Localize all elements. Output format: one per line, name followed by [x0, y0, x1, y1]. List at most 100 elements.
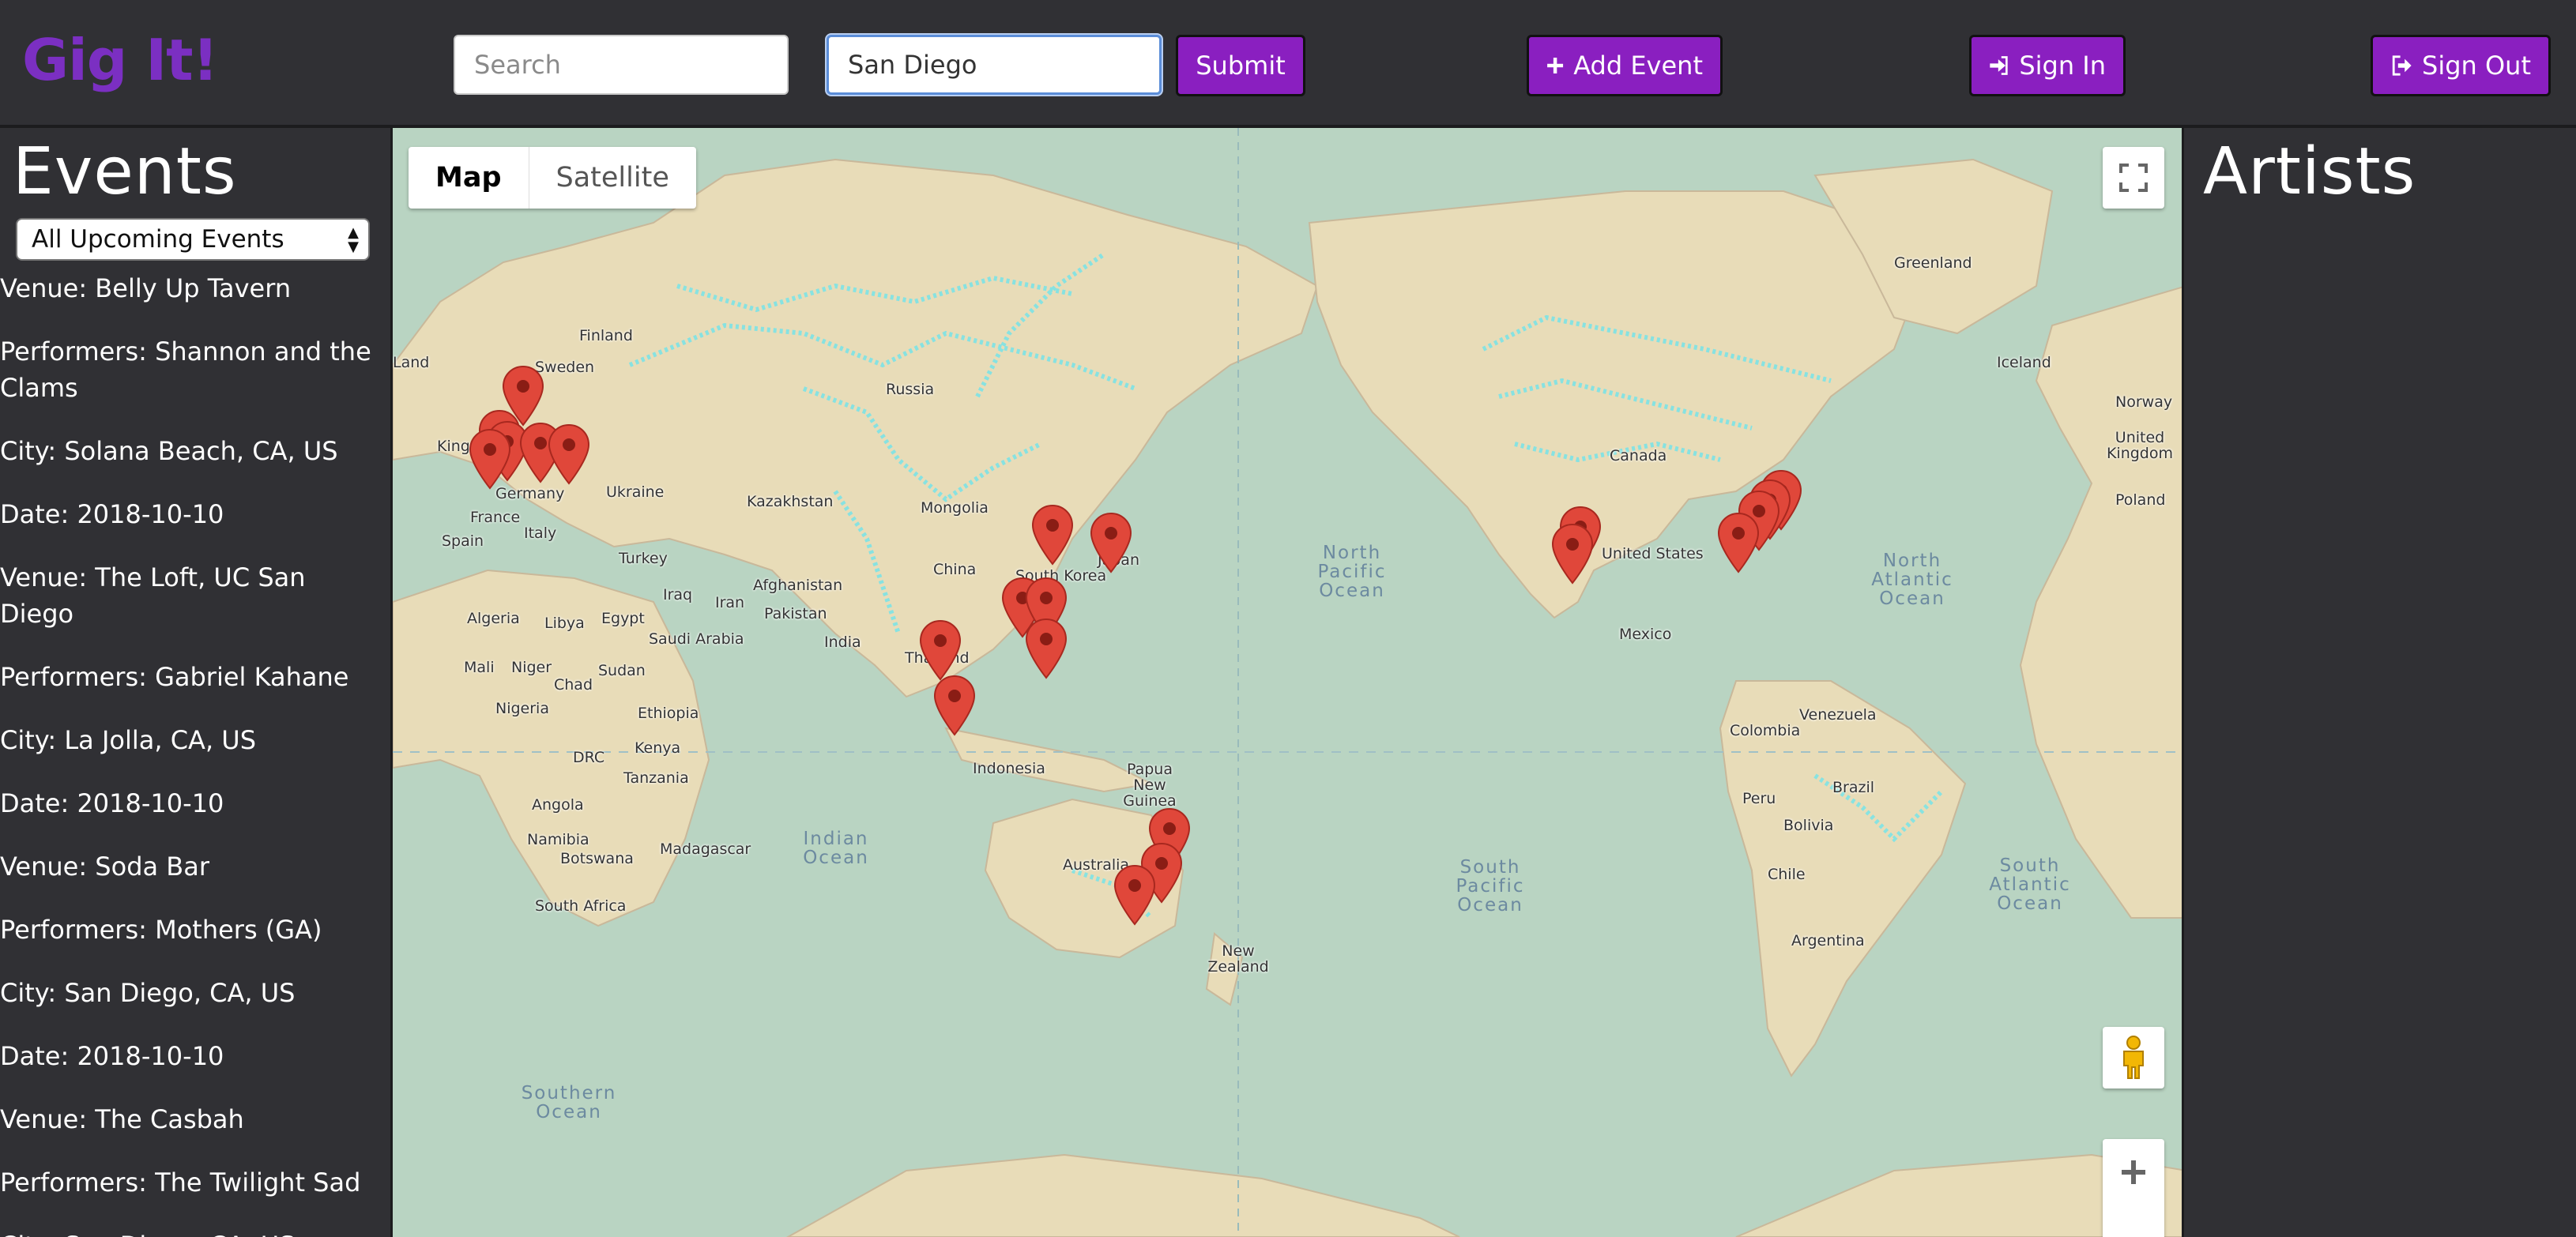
- sign-out-icon: [2392, 55, 2412, 76]
- navbar: Gig It! Submit Add Event Sign In Sign Ou…: [0, 0, 2576, 128]
- event-venue[interactable]: Venue: Belly Up Tavern: [0, 270, 379, 306]
- event-performers[interactable]: Performers: The Twilight Sad: [0, 1164, 379, 1201]
- event-marker[interactable]: [933, 675, 976, 736]
- map-label: Russia: [886, 381, 935, 398]
- fullscreen-button[interactable]: [2103, 147, 2164, 209]
- map-label: Pakistan: [764, 605, 827, 622]
- submit-button[interactable]: Submit: [1176, 35, 1305, 96]
- map-label: China: [933, 561, 977, 578]
- event-marker[interactable]: [548, 423, 590, 485]
- ocean-label: North Pacific Ocean: [1317, 543, 1387, 601]
- event-filter-select[interactable]: All Upcoming Events ▲ ▼: [16, 218, 370, 261]
- event-city: City: La Jolla, CA, US: [0, 725, 257, 755]
- map-label: Turkey: [619, 550, 668, 567]
- map-label: Iraq: [663, 586, 693, 603]
- map-label: United Kingdom: [2106, 429, 2174, 462]
- map-label: Tanzania: [623, 769, 689, 787]
- map-label: Spain: [442, 532, 484, 550]
- map-label: Chile: [1768, 866, 1806, 883]
- sign-in-label: Sign In: [2019, 51, 2106, 81]
- events-title: Events: [13, 134, 237, 209]
- events-sidebar: Events All Upcoming Events ▲ ▼ Venue: Bel…: [0, 128, 390, 1237]
- map-label: Namibia: [527, 831, 589, 848]
- map-label: Iceland: [1997, 354, 2051, 371]
- plus-icon: [2122, 1160, 2145, 1184]
- map-label: Algeria: [467, 610, 520, 627]
- ocean-label: Indian Ocean: [803, 829, 869, 868]
- select-arrows-icon: ▲ ▼: [348, 224, 359, 255]
- event-marker[interactable]: [1025, 618, 1068, 679]
- ocean-label: South Atlantic Ocean: [1989, 855, 2071, 914]
- ocean-label: North Atlantic Ocean: [1871, 551, 1953, 609]
- event-date: Date: 2018-10-10: [0, 788, 224, 818]
- event-performers[interactable]: Performers: Mothers (GA): [0, 912, 379, 948]
- sign-out-button[interactable]: Sign Out: [2371, 35, 2551, 96]
- map-label: Colombia: [1730, 722, 1801, 739]
- map-label: Brazil: [1832, 779, 1875, 796]
- map-label: Ethiopia: [638, 705, 699, 722]
- map-label: Madagascar: [660, 840, 751, 858]
- map-label: New Zealand: [1207, 942, 1269, 976]
- map-label: France: [470, 509, 521, 526]
- add-event-button[interactable]: Add Event: [1527, 35, 1723, 96]
- map-label: Saudi Arabia: [649, 630, 744, 648]
- event-marker[interactable]: [919, 619, 962, 681]
- map-label: Land: [393, 354, 430, 371]
- map-label: Chad: [554, 676, 593, 694]
- event-list: Venue: Belly Up Tavern Performers: Shann…: [0, 270, 379, 1237]
- ocean-label: South Pacific Ocean: [1456, 857, 1525, 916]
- event-venue[interactable]: Venue: Soda Bar: [0, 848, 379, 885]
- map-label: Afghanistan: [753, 577, 843, 594]
- event-marker[interactable]: [1113, 864, 1156, 926]
- map-label: DRC: [573, 749, 605, 766]
- map-label: Venezuela: [1799, 706, 1877, 724]
- map-label: Nigeria: [495, 700, 549, 717]
- event-venue[interactable]: Venue: The Casbah: [0, 1101, 379, 1137]
- map-label: Botswana: [560, 850, 634, 867]
- event-performers[interactable]: Performers: Gabriel Kahane: [0, 659, 379, 695]
- brand-logo[interactable]: Gig It!: [22, 27, 218, 93]
- event-marker[interactable]: [1551, 523, 1594, 585]
- map-label: Egypt: [601, 610, 645, 627]
- map-type-satellite[interactable]: Satellite: [529, 147, 696, 209]
- map-label: Italy: [524, 525, 557, 542]
- event-date: Date: 2018-10-10: [0, 1041, 224, 1071]
- map-basemap[interactable]: [393, 128, 2184, 1237]
- event-filter-value: All Upcoming Events: [32, 225, 284, 254]
- event-marker[interactable]: [1090, 512, 1132, 573]
- event-city: City: San Diego, CA, US: [0, 978, 296, 1008]
- search-input[interactable]: [454, 35, 789, 95]
- map-label: Mexico: [1619, 626, 1672, 643]
- add-event-label: Add Event: [1573, 51, 1703, 81]
- event-map[interactable]: Finland Sweden Russia Ukraine Germany Fr…: [390, 128, 2184, 1237]
- plus-icon: [1547, 58, 1564, 73]
- event-marker[interactable]: [469, 428, 511, 490]
- sign-in-button[interactable]: Sign In: [1969, 35, 2126, 96]
- event-venue[interactable]: Venue: The Loft, UC San Diego: [0, 559, 379, 632]
- map-label: Iran: [715, 594, 745, 611]
- event-city: City: San Diego, CA, US: [0, 1228, 379, 1237]
- map-label: South Africa: [535, 897, 627, 915]
- map-label: Norway: [2115, 393, 2173, 411]
- sign-in-icon: [1990, 56, 2008, 75]
- map-type-map[interactable]: Map: [409, 147, 529, 209]
- map-label: Angola: [532, 796, 584, 814]
- map-label: Greenland: [1894, 254, 1972, 272]
- event-date: Date: 2018-10-10: [0, 499, 224, 529]
- map-label: Mali: [464, 659, 495, 676]
- event-marker[interactable]: [1717, 512, 1760, 573]
- map-label: Poland: [2115, 491, 2166, 509]
- zoom-in-button[interactable]: [2103, 1139, 2164, 1237]
- submit-label: Submit: [1196, 51, 1286, 81]
- map-label: United States: [1602, 545, 1704, 562]
- map-label: Ukraine: [606, 483, 665, 501]
- map-label: Peru: [1742, 790, 1776, 807]
- city-input[interactable]: [827, 35, 1162, 95]
- map-label: Sudan: [598, 662, 646, 679]
- event-marker[interactable]: [1031, 504, 1074, 566]
- map-label: Libya: [544, 615, 585, 632]
- artists-panel: Artists: [2184, 128, 2576, 1237]
- event-performers[interactable]: Performers: Shannon and the Clams: [0, 333, 379, 406]
- street-view-pegman[interactable]: [2103, 1027, 2164, 1088]
- pegman-icon: [2123, 1036, 2144, 1079]
